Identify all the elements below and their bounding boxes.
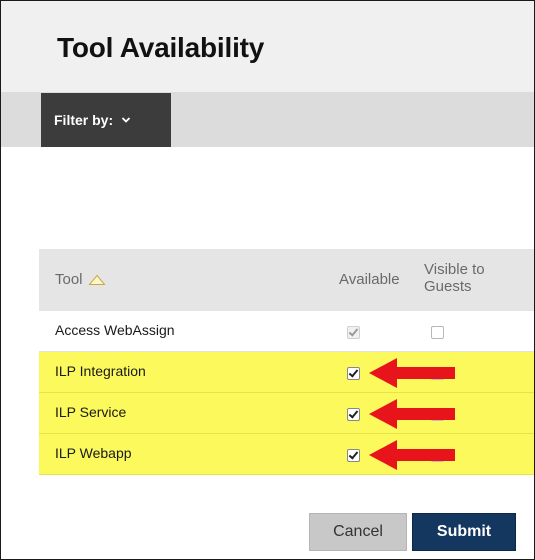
table-row: ILP Webapp (39, 434, 534, 475)
filter-bar: Filter by: (1, 93, 534, 147)
table-row: ILP Service (39, 393, 534, 434)
column-header-visible-line1: Visible to (424, 261, 485, 278)
column-header-visible-line2: Guests (424, 278, 472, 295)
cancel-button[interactable]: Cancel (309, 513, 407, 551)
column-header-tool-label: Tool (55, 271, 83, 288)
tool-name: Access WebAssign (55, 322, 175, 338)
available-checkbox[interactable] (347, 367, 360, 380)
table-row: Access WebAssign (39, 311, 534, 352)
annotation-arrow-icon (369, 358, 455, 388)
page-header: Tool Availability (1, 1, 534, 93)
table-row: ILP Integration (39, 352, 534, 393)
page-title: Tool Availability (57, 32, 265, 63)
tool-name: ILP Service (55, 404, 127, 420)
available-checkbox[interactable] (347, 408, 360, 421)
available-checkbox[interactable] (347, 449, 360, 462)
visible-to-guests-checkbox[interactable] (431, 326, 444, 339)
table-header: Tool Available Visible to Guests (39, 249, 534, 311)
chevron-down-icon (121, 117, 131, 123)
available-checkbox (347, 326, 360, 339)
annotation-arrow-icon (369, 440, 455, 470)
submit-button[interactable]: Submit (412, 513, 516, 551)
filter-by-button[interactable]: Filter by: (41, 93, 171, 147)
column-header-visible-to-guests: Visible to Guests (424, 261, 504, 295)
annotation-arrow-icon (369, 399, 455, 429)
tool-availability-page: Tool Availability Filter by: Tool Availa… (0, 0, 535, 560)
tool-name: ILP Integration (55, 363, 146, 379)
tool-name: ILP Webapp (55, 445, 132, 461)
column-header-tool[interactable]: Tool (55, 271, 106, 288)
sort-ascending-icon (87, 274, 106, 285)
column-header-available: Available (339, 271, 400, 288)
filter-by-label: Filter by: (54, 112, 114, 128)
